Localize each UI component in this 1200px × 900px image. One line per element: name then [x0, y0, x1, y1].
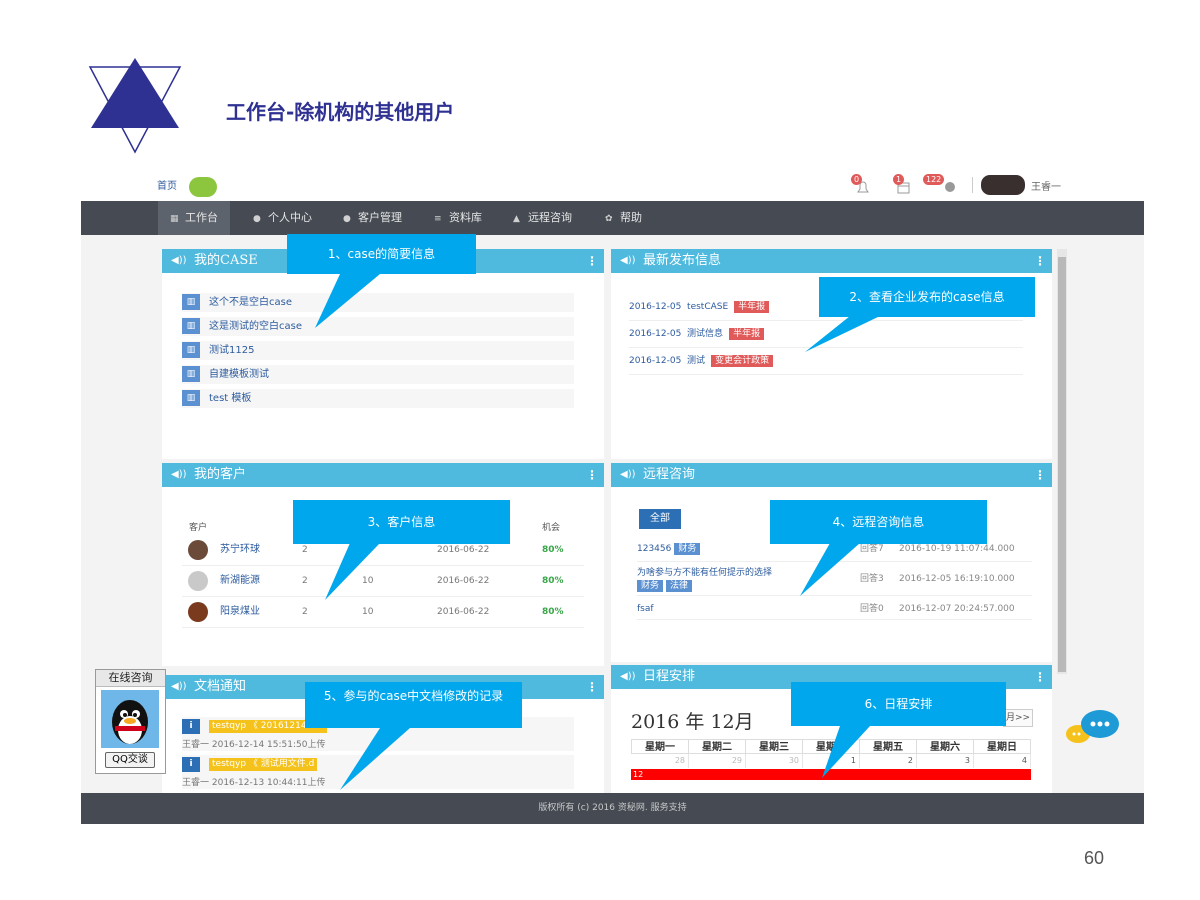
callout-pointers: [315, 274, 880, 790]
callout-pointer-6: [822, 726, 870, 778]
callout-pointer-2: [805, 316, 880, 352]
callout-pointer-5: [340, 728, 410, 790]
callout-published-info: 2、查看企业发布的case信息: [819, 277, 1035, 317]
callout-pointer-4: [800, 543, 860, 596]
callout-customer-info: 3、客户信息: [293, 500, 510, 544]
callout-doc-records: 5、参与的case中文档修改的记录: [305, 682, 522, 728]
callout-case-summary: 1、case的简要信息: [287, 234, 476, 274]
callout-consult-info: 4、远程咨询信息: [770, 500, 987, 544]
callout-pointer-1: [315, 274, 380, 328]
callout-pointer-3: [325, 543, 380, 600]
callout-schedule: 6、日程安排: [791, 682, 1006, 726]
